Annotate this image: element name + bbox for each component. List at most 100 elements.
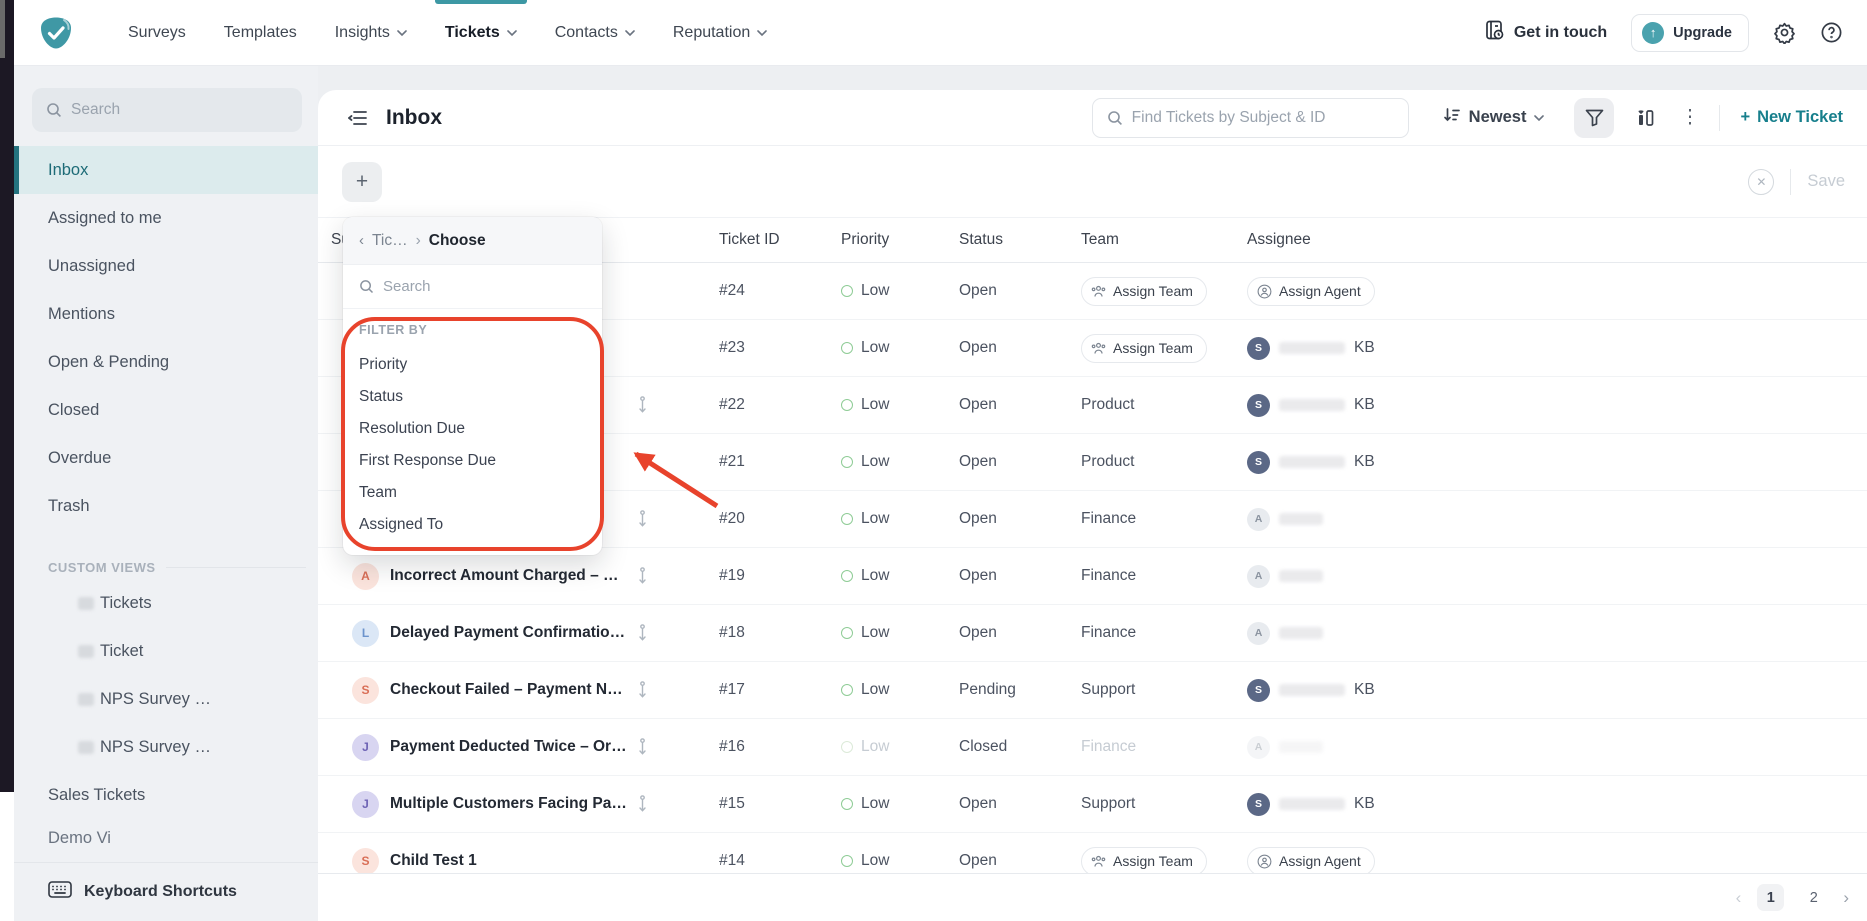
ticket-row[interactable]: SCheckout Failed – Payment Not Pr…#17Low… bbox=[318, 662, 1867, 719]
priority-ring-icon bbox=[841, 741, 853, 753]
custom-view-item[interactable]: Sales Tickets bbox=[14, 771, 318, 819]
custom-view-item[interactable]: NPS Survey … bbox=[14, 723, 318, 771]
ticket-search-input[interactable] bbox=[1132, 109, 1394, 127]
custom-views-list: TicketsTicketNPS Survey …NPS Survey …Sal… bbox=[14, 579, 318, 843]
subject-text: Checkout Failed – Payment Not Pr… bbox=[390, 681, 627, 699]
sidebar-item-trash[interactable]: Trash bbox=[14, 482, 318, 530]
drag-handle-icon[interactable] bbox=[637, 510, 693, 528]
clear-filters-icon[interactable]: ✕ bbox=[1748, 169, 1774, 195]
nav-item-surveys[interactable]: Surveys bbox=[128, 0, 186, 65]
drag-handle-icon[interactable] bbox=[637, 681, 693, 699]
nav-item-label: Insights bbox=[335, 24, 390, 42]
assign-team-button[interactable]: Assign Team bbox=[1081, 847, 1207, 874]
filter-funnel-button[interactable] bbox=[1574, 98, 1614, 138]
avatar: A bbox=[352, 563, 379, 590]
get-in-touch-label: Get in touch bbox=[1514, 24, 1607, 42]
assign-team-button[interactable]: Assign Team bbox=[1081, 334, 1207, 363]
nav-item-insights[interactable]: Insights bbox=[335, 0, 407, 65]
get-in-touch-button[interactable]: Get in touch bbox=[1483, 19, 1607, 46]
redacted-prefix bbox=[78, 645, 94, 658]
popover-search-input[interactable] bbox=[383, 278, 586, 295]
assign-agent-button[interactable]: Assign Agent bbox=[1247, 277, 1375, 306]
breadcrumb-back-icon[interactable]: ‹ bbox=[359, 232, 364, 249]
keyboard-shortcuts-button[interactable]: Keyboard Shortcuts bbox=[14, 862, 318, 921]
sidebar-item-inbox[interactable]: Inbox bbox=[14, 146, 318, 194]
ticket-row[interactable]: JPayment Deducted Twice – Order …#16LowC… bbox=[318, 719, 1867, 776]
assignee-name-suffix: KB bbox=[1354, 339, 1375, 357]
assign-team-button[interactable]: Assign Team bbox=[1081, 277, 1207, 306]
nav-item-templates[interactable]: Templates bbox=[224, 0, 297, 65]
pagination-prev-icon[interactable]: ‹ bbox=[1736, 889, 1742, 906]
drag-handle-icon[interactable] bbox=[637, 738, 693, 756]
assignee-name-suffix: KB bbox=[1354, 795, 1375, 813]
filter-option-status[interactable]: Status bbox=[359, 381, 586, 413]
team-label: Support bbox=[1081, 681, 1135, 699]
sidebar-item-label: Closed bbox=[48, 401, 99, 420]
upgrade-button[interactable]: ↑ Upgrade bbox=[1631, 14, 1749, 52]
filter-option-assigned-to[interactable]: Assigned To bbox=[359, 509, 586, 541]
drag-handle-icon[interactable] bbox=[637, 567, 693, 585]
sidebar-item-mentions[interactable]: Mentions bbox=[14, 290, 318, 338]
custom-view-label: Tickets bbox=[100, 594, 152, 613]
sidebar-item-open-pending[interactable]: Open & Pending bbox=[14, 338, 318, 386]
ticket-row[interactable]: LDelayed Payment Confirmation – O…#18Low… bbox=[318, 605, 1867, 662]
priority-cell: Low bbox=[841, 510, 959, 528]
filter-option-team[interactable]: Team bbox=[359, 477, 586, 509]
save-view-button[interactable]: Save bbox=[1807, 172, 1845, 191]
new-ticket-button[interactable]: + New Ticket bbox=[1740, 108, 1843, 127]
custom-view-item[interactable]: NPS Survey … bbox=[14, 675, 318, 723]
custom-view-item[interactable]: Tickets bbox=[14, 579, 318, 627]
team-cell: Support bbox=[1081, 795, 1247, 813]
redacted-name bbox=[1279, 627, 1323, 639]
custom-view-label: Sales Tickets bbox=[48, 786, 145, 805]
sort-dropdown[interactable]: Newest bbox=[1443, 107, 1545, 128]
more-options-kebab-icon[interactable]: ⋮ bbox=[1680, 108, 1699, 127]
help-icon[interactable] bbox=[1820, 21, 1843, 44]
ticket-search[interactable] bbox=[1092, 98, 1409, 138]
settings-gear-icon[interactable] bbox=[1773, 21, 1796, 44]
collapse-panel-icon[interactable] bbox=[348, 108, 370, 128]
ticket-row[interactable]: AIncorrect Amount Charged – Order…#19Low… bbox=[318, 548, 1867, 605]
ticket-id: #18 bbox=[693, 624, 841, 642]
drag-handle-icon[interactable] bbox=[637, 624, 693, 642]
nav-item-contacts[interactable]: Contacts bbox=[555, 0, 635, 65]
pagination-next-icon[interactable]: › bbox=[1843, 889, 1849, 906]
topbar-right: Get in touch ↑ Upgrade bbox=[1483, 14, 1843, 52]
redacted-name bbox=[1279, 684, 1345, 696]
drag-handle-icon[interactable] bbox=[637, 795, 693, 813]
nav-item-tickets[interactable]: Tickets bbox=[445, 0, 517, 65]
sidebar-item-unassigned[interactable]: Unassigned bbox=[14, 242, 318, 290]
ticket-id: #22 bbox=[693, 396, 841, 414]
popover-search[interactable] bbox=[343, 265, 602, 309]
assignee-avatar: S bbox=[1247, 337, 1270, 360]
assign-team-label: Assign Team bbox=[1113, 853, 1193, 869]
ticket-row[interactable]: JMultiple Customers Facing Payme…#15LowO… bbox=[318, 776, 1867, 833]
priority-ring-icon bbox=[841, 399, 853, 411]
team-cell: Finance bbox=[1081, 567, 1247, 585]
assign-agent-button[interactable]: Assign Agent bbox=[1247, 847, 1375, 874]
brand-logo-icon[interactable] bbox=[38, 15, 74, 51]
sidebar-item-label: Open & Pending bbox=[48, 353, 169, 372]
sidebar-item-overdue[interactable]: Overdue bbox=[14, 434, 318, 482]
custom-view-item[interactable]: Demo Vi bbox=[14, 827, 318, 843]
nav-item-reputation[interactable]: Reputation bbox=[673, 0, 767, 65]
sidebar-search[interactable] bbox=[32, 88, 302, 132]
pagination-page-1[interactable]: 1 bbox=[1757, 884, 1784, 911]
ticket-row[interactable]: SChild Test 1#14LowOpenAssign TeamAssign… bbox=[318, 833, 1867, 873]
breadcrumb-parent[interactable]: Tic… bbox=[372, 232, 408, 250]
filter-option-resolution-due[interactable]: Resolution Due bbox=[359, 413, 586, 445]
filter-option-first-response-due[interactable]: First Response Due bbox=[359, 445, 586, 477]
breadcrumb-separator-icon: › bbox=[416, 232, 421, 250]
chevron-down-icon bbox=[507, 30, 517, 37]
sidebar-item-closed[interactable]: Closed bbox=[14, 386, 318, 434]
filter-option-priority[interactable]: Priority bbox=[359, 349, 586, 381]
pagination-page-2[interactable]: 2 bbox=[1800, 884, 1827, 911]
columns-icon[interactable] bbox=[1636, 108, 1656, 128]
drag-handle-icon[interactable] bbox=[637, 396, 693, 414]
priority-label: Low bbox=[861, 396, 889, 414]
section-divider bbox=[166, 567, 306, 568]
custom-view-item[interactable]: Ticket bbox=[14, 627, 318, 675]
sidebar-search-input[interactable] bbox=[71, 101, 288, 119]
sidebar-item-assigned-to-me[interactable]: Assigned to me bbox=[14, 194, 318, 242]
add-filter-button[interactable]: + bbox=[342, 162, 382, 202]
